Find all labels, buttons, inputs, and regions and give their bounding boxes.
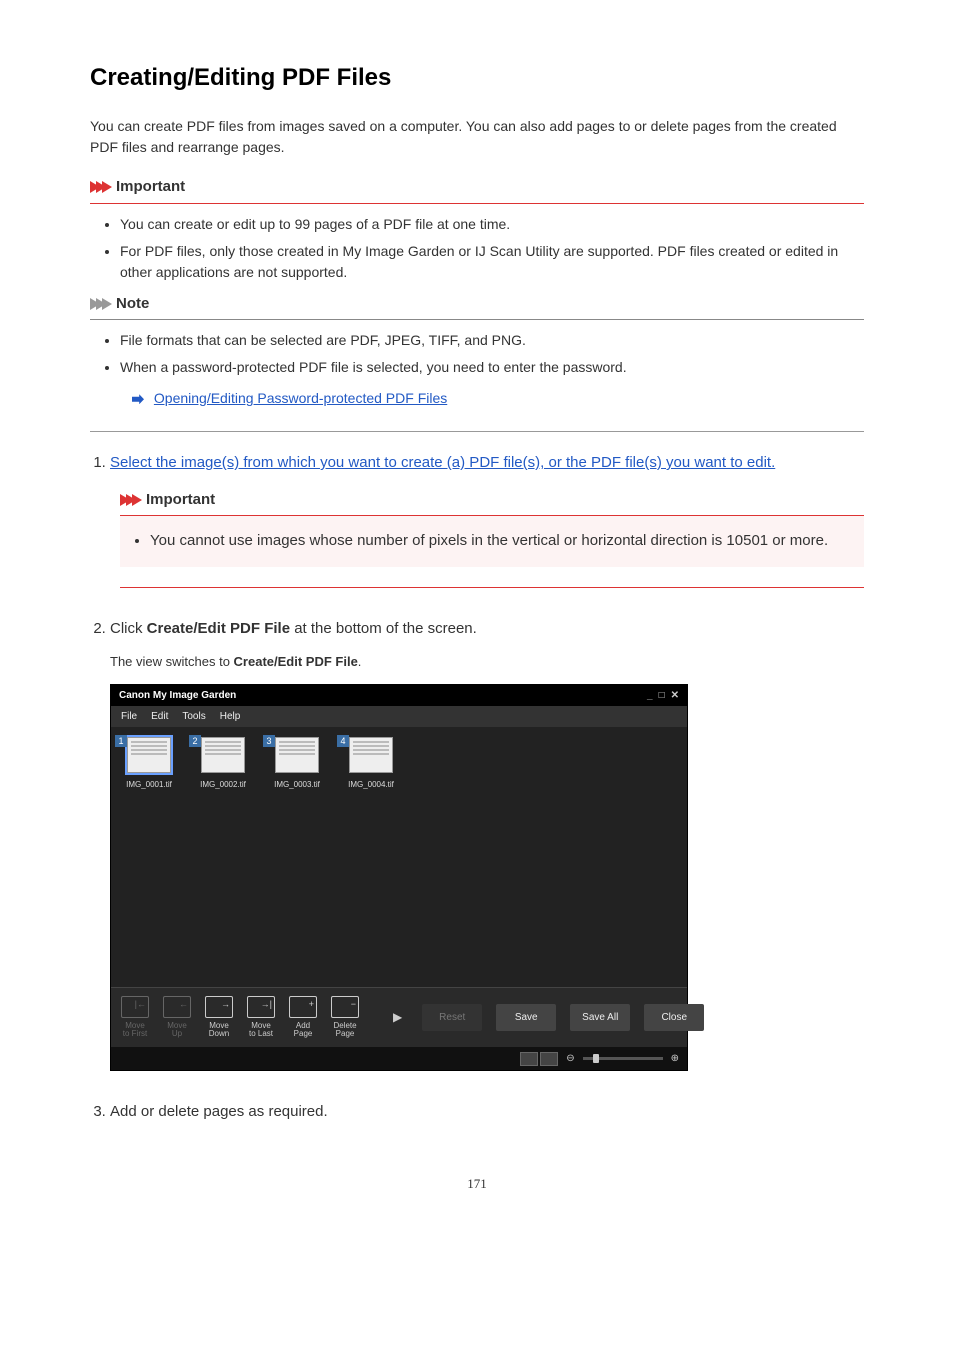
thumbnail[interactable]: 1 IMG_0001.tif xyxy=(121,737,177,791)
note-list: File formats that can be selected are PD… xyxy=(90,330,864,409)
reset-button[interactable]: Reset xyxy=(422,1004,482,1031)
save-button[interactable]: Save xyxy=(496,1004,556,1031)
step1-important-item: You cannot use images whose number of pi… xyxy=(150,530,864,553)
window-controls: _ □ ✕ xyxy=(647,688,679,703)
step-3: Add or delete pages as required. xyxy=(110,1101,864,1124)
grid-view-icon[interactable] xyxy=(520,1052,538,1066)
chevrons-icon xyxy=(90,181,108,193)
menu-help[interactable]: Help xyxy=(220,709,241,724)
move-last-icon xyxy=(247,996,275,1018)
chevrons-icon xyxy=(120,494,138,506)
move-up-icon xyxy=(163,996,191,1018)
move-up-button[interactable]: Move Up xyxy=(163,996,191,1040)
app-statusbar: ⊖ ⊕ xyxy=(111,1047,687,1070)
arrow-icon xyxy=(132,394,144,404)
important-header: Important xyxy=(90,176,864,204)
thumbnail[interactable]: 4 IMG_0004.tif xyxy=(343,737,399,791)
list-view-icon[interactable] xyxy=(540,1052,558,1066)
step2-text: Click Create/Edit PDF File at the bottom… xyxy=(110,620,477,637)
add-page-icon xyxy=(289,996,317,1018)
important-item: For PDF files, only those created in My … xyxy=(120,241,864,283)
step3-text: Add or delete pages as required. xyxy=(110,1103,328,1120)
important-item: You can create or edit up to 99 pages of… xyxy=(120,214,864,235)
chevrons-icon xyxy=(90,298,108,310)
thumbnail-filename: IMG_0001.tif xyxy=(121,779,177,791)
note-heading-text: Note xyxy=(116,293,149,316)
zoom-in-icon[interactable]: ⊕ xyxy=(671,1051,679,1066)
intro-paragraph: You can create PDF files from images sav… xyxy=(90,116,864,158)
thumbnail[interactable]: 2 IMG_0002.tif xyxy=(195,737,251,791)
app-toolbar: Move to First Move Up Move Down Move to … xyxy=(111,987,687,1048)
page-number-badge: 1 xyxy=(115,735,127,747)
view-toggle[interactable] xyxy=(520,1052,558,1066)
step1-important: Important You cannot use images whose nu… xyxy=(120,489,864,588)
menu-tools[interactable]: Tools xyxy=(182,709,205,724)
step-2: Click Create/Edit PDF File at the bottom… xyxy=(110,618,864,1072)
move-down-button[interactable]: Move Down xyxy=(205,996,233,1040)
maximize-icon[interactable]: □ xyxy=(659,688,665,703)
minimize-icon[interactable]: _ xyxy=(647,688,653,703)
step1-important-heading: Important xyxy=(146,489,215,512)
app-menubar: File Edit Tools Help xyxy=(111,706,687,727)
delete-page-button[interactable]: Delete Page xyxy=(331,996,359,1040)
password-pdf-link[interactable]: Opening/Editing Password-protected PDF F… xyxy=(154,390,447,406)
thumbnail-filename: IMG_0003.tif xyxy=(269,779,325,791)
app-screenshot: Canon My Image Garden _ □ ✕ File Edit To… xyxy=(110,684,688,1072)
app-titlebar: Canon My Image Garden _ □ ✕ xyxy=(111,685,687,706)
zoom-slider[interactable] xyxy=(583,1057,663,1060)
app-title: Canon My Image Garden xyxy=(119,688,236,703)
move-to-last-button[interactable]: Move to Last xyxy=(247,996,275,1040)
page-title: Creating/Editing PDF Files xyxy=(90,60,864,96)
note-item: File formats that can be selected are PD… xyxy=(120,330,864,351)
delete-page-icon xyxy=(331,996,359,1018)
thumbnail-filename: IMG_0002.tif xyxy=(195,779,251,791)
page-number-badge: 2 xyxy=(189,735,201,747)
zoom-out-icon[interactable]: ⊖ xyxy=(566,1051,574,1066)
thumbnail-filename: IMG_0004.tif xyxy=(343,779,399,791)
page-number-badge: 4 xyxy=(337,735,349,747)
important-list: You can create or edit up to 99 pages of… xyxy=(90,214,864,283)
close-button[interactable]: Close xyxy=(644,1004,704,1031)
close-icon[interactable]: ✕ xyxy=(671,688,679,703)
page-number: 171 xyxy=(90,1174,864,1194)
step-1: Select the image(s) from which you want … xyxy=(110,452,864,588)
thumbnail[interactable]: 3 IMG_0003.tif xyxy=(269,737,325,791)
menu-edit[interactable]: Edit xyxy=(151,709,168,724)
note-header: Note xyxy=(90,293,864,321)
page-number-badge: 3 xyxy=(263,735,275,747)
menu-file[interactable]: File xyxy=(121,709,137,724)
note-item: When a password-protected PDF file is se… xyxy=(120,357,864,409)
step1-link[interactable]: Select the image(s) from which you want … xyxy=(110,454,775,471)
expand-arrow-icon[interactable]: ▶ xyxy=(387,1004,408,1030)
save-all-button[interactable]: Save All xyxy=(570,1004,630,1031)
move-to-first-button[interactable]: Move to First xyxy=(121,996,149,1040)
step2-subtext: The view switches to Create/Edit PDF Fil… xyxy=(110,652,864,672)
thumbnail-area: 1 IMG_0001.tif 2 IMG_0002.tif 3 IMG_0003… xyxy=(111,727,687,987)
move-first-icon xyxy=(121,996,149,1018)
move-down-icon xyxy=(205,996,233,1018)
add-page-button[interactable]: Add Page xyxy=(289,996,317,1040)
important-heading-text: Important xyxy=(116,176,185,199)
